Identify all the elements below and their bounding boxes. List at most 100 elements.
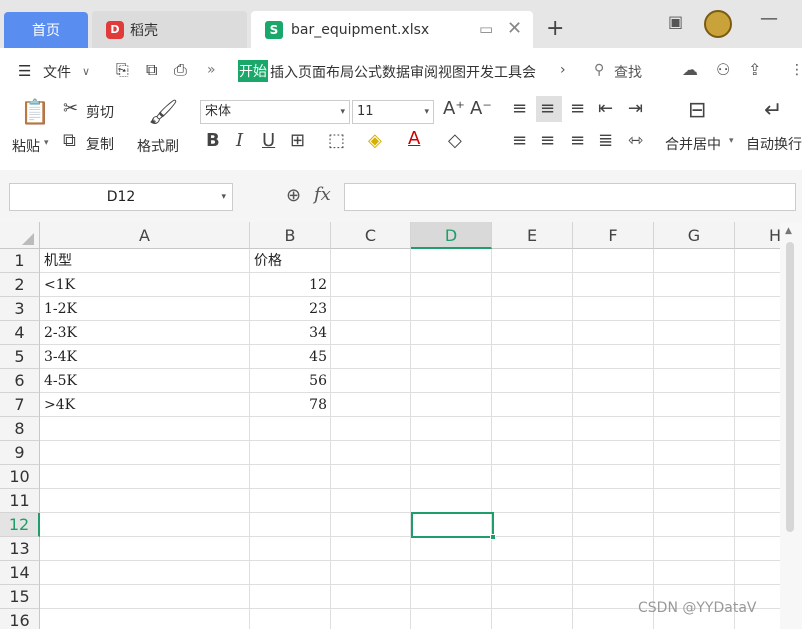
column-header-c[interactable]: C bbox=[331, 222, 411, 249]
export-pdf-icon[interactable]: ⧉ bbox=[146, 60, 157, 80]
decrease-font-icon[interactable]: A⁻ bbox=[470, 98, 492, 119]
wrap-text-icon[interactable]: ↵ bbox=[764, 98, 782, 123]
merge-center-button[interactable]: 合并居中 bbox=[665, 134, 721, 154]
row-header-1[interactable]: 1 bbox=[0, 249, 40, 273]
column-header-g[interactable]: G bbox=[654, 222, 735, 249]
row-header-15[interactable]: 15 bbox=[0, 585, 40, 609]
active-cell-outline[interactable] bbox=[411, 512, 494, 538]
new-tab-icon[interactable]: + bbox=[546, 16, 564, 41]
row-header-4[interactable]: 4 bbox=[0, 321, 40, 345]
chevron-down-icon[interactable]: ∨ bbox=[82, 65, 90, 78]
indent-increase-icon[interactable]: ⇥ bbox=[628, 98, 643, 119]
save-icon[interactable]: ⎘ bbox=[116, 60, 129, 80]
align-top-icon[interactable]: ≡ bbox=[512, 98, 527, 119]
avatar[interactable] bbox=[704, 10, 732, 38]
italic-icon[interactable]: I bbox=[236, 130, 243, 151]
row-header-9[interactable]: 9 bbox=[0, 441, 40, 465]
row-header-3[interactable]: 3 bbox=[0, 297, 40, 321]
font-color-icon[interactable]: A bbox=[408, 128, 420, 149]
align-center-icon[interactable]: ≡ bbox=[540, 130, 555, 151]
column-header-e[interactable]: E bbox=[492, 222, 573, 249]
insert-function-button[interactable]: fx bbox=[314, 184, 331, 205]
copy-icon[interactable]: ⧉ bbox=[63, 130, 76, 151]
column-header-f[interactable]: F bbox=[573, 222, 654, 249]
row-header-7[interactable]: 7 bbox=[0, 393, 40, 417]
cell-b2[interactable]: 12 bbox=[250, 273, 327, 297]
formula-input[interactable] bbox=[344, 183, 796, 211]
column-header-b[interactable]: B bbox=[250, 222, 331, 249]
share-icon[interactable]: ⇪ bbox=[748, 60, 761, 79]
cut-button[interactable]: 剪切 bbox=[86, 102, 114, 122]
minimize-icon[interactable]: — bbox=[760, 8, 778, 29]
cell-b7[interactable]: 78 bbox=[250, 393, 327, 417]
row-header-2[interactable]: 2 bbox=[0, 273, 40, 297]
cell-a7[interactable]: >4K bbox=[44, 393, 75, 417]
hamburger-menu-icon[interactable]: ☰ bbox=[18, 62, 31, 80]
row-header-6[interactable]: 6 bbox=[0, 369, 40, 393]
fill-color-icon[interactable]: ◈ bbox=[368, 130, 382, 151]
close-tab-icon[interactable]: ✕ bbox=[507, 18, 522, 39]
font-name-select[interactable]: 宋体 ▾ bbox=[200, 100, 350, 124]
ribbon-tabs[interactable]: 插入页面布局公式数据审阅视图开发工具会 bbox=[270, 62, 536, 82]
cell-a4[interactable]: 2-3K bbox=[44, 321, 77, 345]
cloud-icon[interactable]: ☁ bbox=[682, 60, 698, 79]
cell-a5[interactable]: 3-4K bbox=[44, 345, 77, 369]
cell-b5[interactable]: 45 bbox=[250, 345, 327, 369]
select-all-corner[interactable] bbox=[0, 222, 40, 249]
window-count-icon[interactable]: ▣ bbox=[668, 12, 683, 31]
indent-decrease-icon[interactable]: ⇤ bbox=[598, 98, 613, 119]
vertical-scrollbar[interactable]: ▲ bbox=[780, 222, 802, 629]
underline-icon[interactable]: U bbox=[262, 130, 275, 151]
fill-handle[interactable] bbox=[490, 534, 496, 540]
column-header-d[interactable]: D bbox=[411, 222, 492, 249]
row-header-8[interactable]: 8 bbox=[0, 417, 40, 441]
print-icon[interactable]: ⎙ bbox=[174, 60, 187, 80]
align-bottom-icon[interactable]: ≡ bbox=[570, 98, 585, 119]
search-label[interactable]: 查找 bbox=[614, 62, 642, 82]
format-painter-icon[interactable]: 🖌 bbox=[148, 98, 178, 126]
zoom-icon[interactable]: ⊕ bbox=[286, 185, 301, 206]
format-painter-button[interactable]: 格式刷 bbox=[137, 136, 179, 156]
row-header-13[interactable]: 13 bbox=[0, 537, 40, 561]
scrollbar-thumb[interactable] bbox=[786, 242, 794, 532]
file-menu[interactable]: 文件 bbox=[43, 62, 71, 82]
tab-start[interactable]: 开始 bbox=[238, 60, 268, 82]
overflow-menu-icon[interactable]: ⋮ bbox=[790, 62, 802, 78]
cell-a3[interactable]: 1-2K bbox=[44, 297, 77, 321]
font-size-select[interactable]: 11 ▾ bbox=[352, 100, 434, 124]
merge-center-icon[interactable]: ⊟ bbox=[688, 98, 706, 123]
increase-font-icon[interactable]: A⁺ bbox=[443, 98, 465, 119]
cell-b6[interactable]: 56 bbox=[250, 369, 327, 393]
row-header-11[interactable]: 11 bbox=[0, 489, 40, 513]
name-box[interactable]: D12 ▾ bbox=[9, 183, 233, 211]
align-left-icon[interactable]: ≡ bbox=[512, 130, 527, 151]
copy-button[interactable]: 复制 bbox=[86, 134, 114, 154]
tab-home[interactable]: 首页 bbox=[4, 12, 88, 48]
window-mode-icon[interactable]: ▭ bbox=[479, 20, 493, 38]
align-middle-icon[interactable]: ≡ bbox=[540, 98, 555, 119]
more-icon[interactable]: » bbox=[207, 62, 216, 78]
share-user-icon[interactable]: ⚇ bbox=[716, 60, 730, 79]
merge-dropdown-icon[interactable]: ▾ bbox=[729, 136, 734, 146]
row-header-12[interactable]: 12 bbox=[0, 513, 40, 537]
cell-a2[interactable]: <1K bbox=[44, 273, 75, 297]
search-icon[interactable]: ⚲ bbox=[594, 62, 604, 78]
paste-button[interactable]: 粘贴 bbox=[12, 136, 40, 156]
scroll-up-icon[interactable]: ▲ bbox=[785, 226, 792, 236]
wrap-text-button[interactable]: 自动换行 bbox=[746, 134, 802, 154]
ribbon-next-icon[interactable]: › bbox=[560, 62, 566, 78]
clear-format-icon[interactable]: ◇ bbox=[448, 130, 462, 151]
border-icon[interactable]: ⊞ bbox=[290, 130, 305, 151]
column-header-a[interactable]: A bbox=[40, 222, 250, 249]
row-header-10[interactable]: 10 bbox=[0, 465, 40, 489]
row-header-5[interactable]: 5 bbox=[0, 345, 40, 369]
cell-b1[interactable]: 价格 bbox=[254, 249, 282, 273]
row-header-14[interactable]: 14 bbox=[0, 561, 40, 585]
align-right-icon[interactable]: ≡ bbox=[570, 130, 585, 151]
justify-icon[interactable]: ≣ bbox=[598, 130, 613, 151]
bold-icon[interactable]: B bbox=[206, 130, 220, 151]
row-header-16[interactable]: 16 bbox=[0, 609, 40, 629]
tab-daoke[interactable]: D 稻壳 bbox=[92, 11, 247, 48]
cell-a1[interactable]: 机型 bbox=[44, 249, 72, 273]
distributed-icon[interactable]: ⇿ bbox=[628, 130, 643, 151]
